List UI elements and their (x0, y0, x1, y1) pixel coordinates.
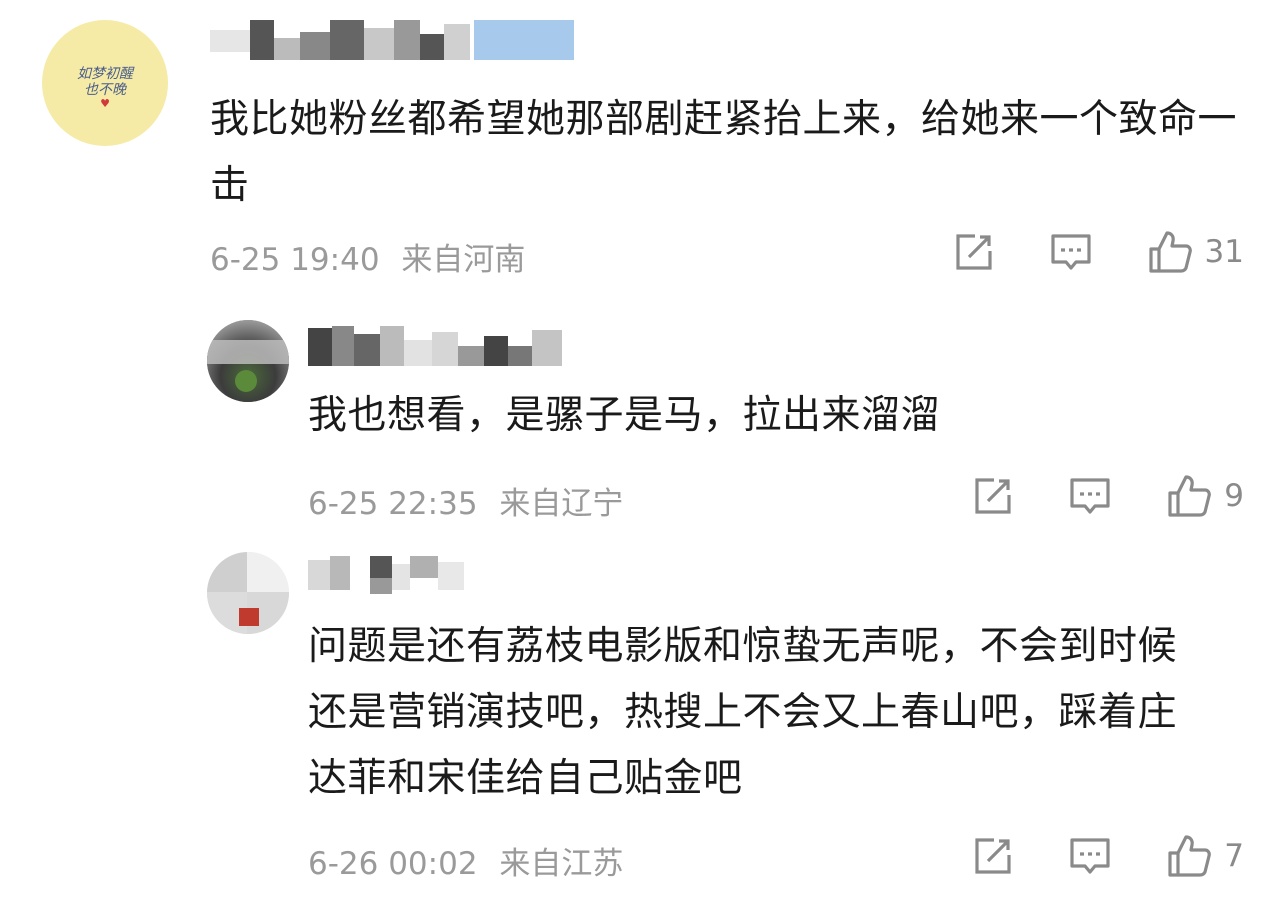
share-icon (975, 838, 1011, 874)
avatar-text: 如梦初醒 也不晚 ♥ (42, 66, 168, 110)
comment-icon (1050, 234, 1091, 270)
comment-location: 来自辽宁 (499, 486, 624, 522)
comment-meta: 6-25 22:35 来自辽宁 (308, 478, 623, 523)
reply-button[interactable] (1068, 834, 1112, 878)
avatar-text-line1: 如梦初醒 (77, 66, 133, 82)
share-button[interactable] (972, 475, 1014, 517)
thumbs-up-icon (1168, 835, 1212, 877)
comment-location: 来自河南 (401, 242, 526, 278)
avatar-text-line2: 也不晚 (84, 82, 126, 98)
username-blurred[interactable] (308, 326, 568, 366)
username-blurred[interactable] (308, 556, 468, 596)
comment-time: 6-26 00:02 (308, 846, 478, 882)
comment-actions: 31 (899, 229, 1244, 275)
share-button[interactable] (953, 231, 995, 273)
share-icon (955, 234, 992, 270)
like-button[interactable]: 7 (1166, 833, 1244, 879)
comment-text: 我也想看，是骡子是马，拉出来溜溜 (308, 393, 941, 438)
username-blurred[interactable] (210, 20, 580, 60)
comment-2: 我也想看，是骡子是马，拉出来溜溜 6-25 22:35 来自辽宁 9 (0, 300, 1284, 540)
like-count: 9 (1224, 478, 1244, 514)
like-button[interactable]: 31 (1147, 229, 1244, 275)
share-icon (975, 478, 1011, 514)
reply-button[interactable] (1049, 230, 1093, 274)
like-button[interactable]: 9 (1166, 473, 1244, 519)
thumbs-up-icon (1168, 475, 1212, 517)
comment-3: 问题是还有荔枝电影版和惊蛰无声呢，不会到时候还是营销演技吧，热搜上不会又上春山吧… (0, 540, 1284, 903)
comment-icon (1070, 478, 1110, 514)
comment-1: 如梦初醒 也不晚 ♥ 我比她粉丝都希望她那部剧赶紧抬上来，给她来一个致命一击 6… (0, 0, 1284, 300)
share-button[interactable] (972, 835, 1014, 877)
comment-text: 我比她粉丝都希望她那部剧赶紧抬上来，给她来一个致命一击 (210, 97, 1238, 208)
avatar[interactable]: 如梦初醒 也不晚 ♥ (42, 20, 168, 146)
comment-meta: 6-25 19:40 来自河南 (210, 234, 525, 279)
comment-actions: 7 (918, 833, 1244, 879)
comment-time: 6-25 22:35 (308, 486, 478, 522)
comment-text: 问题是还有荔枝电影版和惊蛰无声呢，不会到时候还是营销演技吧，热搜上不会又上春山吧… (308, 624, 1178, 801)
comment-actions: 9 (918, 473, 1244, 519)
thumbs-up-icon (1148, 231, 1192, 273)
avatar[interactable] (207, 552, 289, 634)
comment-location: 来自江苏 (499, 846, 624, 882)
avatar[interactable] (207, 320, 289, 402)
reply-button[interactable] (1068, 474, 1112, 518)
like-count: 31 (1204, 234, 1244, 270)
like-count: 7 (1224, 838, 1244, 874)
comment-time: 6-25 19:40 (210, 242, 380, 278)
heart-icon: ♥ (100, 97, 110, 110)
comment-meta: 6-26 00:02 来自江苏 (308, 838, 623, 883)
comment-icon (1070, 838, 1110, 874)
